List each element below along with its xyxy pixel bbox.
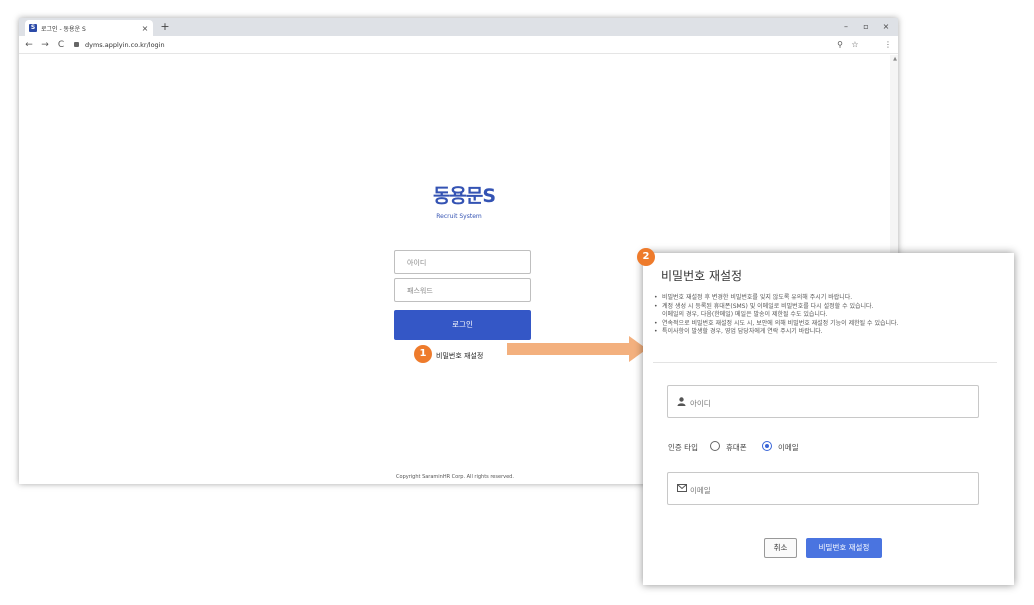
reset-password-button[interactable]: 비밀번호 재설정 bbox=[806, 538, 882, 558]
modal-email-placeholder: 이메일 bbox=[690, 486, 711, 495]
radio-phone[interactable] bbox=[710, 441, 720, 451]
browser-menu-icon[interactable]: ⋮ bbox=[882, 39, 894, 51]
logo-subtitle: Recruit System bbox=[436, 213, 482, 220]
password-placeholder: 패스워드 bbox=[407, 287, 433, 295]
maximize-button[interactable]: ▫ bbox=[857, 20, 875, 34]
modal-divider bbox=[653, 362, 997, 363]
radio-email-label[interactable]: 이메일 bbox=[778, 442, 799, 453]
auth-type-label: 인증 타입 bbox=[668, 443, 698, 452]
id-placeholder: 아이디 bbox=[407, 259, 427, 267]
modal-email-input[interactable]: 이메일 bbox=[667, 472, 979, 505]
envelope-icon bbox=[677, 484, 687, 492]
id-input[interactable]: 아이디 bbox=[394, 250, 531, 274]
tab-bar: S 로그인 - 동용운 S × + – ▫ × bbox=[19, 18, 898, 36]
password-input[interactable]: 패스워드 bbox=[394, 278, 531, 302]
url-field[interactable]: dyms.applyin.co.kr/login bbox=[85, 40, 165, 50]
tab-title: 로그인 - 동용운 S bbox=[41, 25, 86, 33]
browser-tab[interactable]: S 로그인 - 동용운 S × bbox=[25, 20, 153, 36]
tab-close-icon[interactable]: × bbox=[141, 24, 149, 33]
bookmark-star-icon[interactable]: ☆ bbox=[849, 39, 861, 51]
zoom-icon[interactable]: ⚲ bbox=[834, 39, 846, 51]
modal-id-placeholder: 아이디 bbox=[690, 399, 711, 408]
site-logo: 동용문S bbox=[432, 185, 496, 207]
radio-phone-label[interactable]: 휴대폰 bbox=[726, 442, 747, 453]
minimize-button[interactable]: – bbox=[837, 20, 855, 34]
cancel-button[interactable]: 취소 bbox=[764, 538, 797, 558]
site-favicon-icon: S bbox=[29, 24, 37, 32]
password-reset-link[interactable]: 비밀번호 재설정 bbox=[436, 351, 483, 361]
modal-id-input[interactable]: 아이디 bbox=[667, 385, 979, 418]
notice-item: 이메일의 경우, 다음(한메일) 메일은 발송이 제한될 수도 있습니다. bbox=[662, 311, 828, 319]
copyright-text: Copyright SaraminHR Corp. All rights res… bbox=[396, 474, 514, 480]
radio-email[interactable] bbox=[762, 441, 772, 451]
notice-item: 비밀번호 재설정 후 변경한 비밀번호를 잊지 않도록 유의해 주시기 바랍니다… bbox=[653, 294, 1009, 303]
step-badge-1: 1 bbox=[414, 345, 432, 363]
close-window-button[interactable]: × bbox=[877, 20, 895, 34]
right-arrow-icon bbox=[507, 336, 647, 362]
scroll-up-arrow-icon[interactable]: ▲ bbox=[893, 56, 897, 62]
modal-title: 비밀번호 재설정 bbox=[661, 269, 743, 283]
password-reset-modal: 비밀번호 재설정 비밀번호 재설정 후 변경한 비밀번호를 잊지 않도록 유의해… bbox=[643, 253, 1014, 585]
user-icon bbox=[677, 397, 686, 406]
arrow-shape bbox=[507, 336, 647, 362]
screenshot-stage: S 로그인 - 동용운 S × + – ▫ × ← → C dyms.apply… bbox=[0, 0, 1034, 605]
notice-list: 비밀번호 재설정 후 변경한 비밀번호를 잊지 않도록 유의해 주시기 바랍니다… bbox=[653, 294, 1009, 337]
new-tab-button[interactable]: + bbox=[159, 20, 171, 34]
forward-arrow-icon[interactable]: → bbox=[39, 39, 51, 51]
notice-item: 계정 생성 시 등록된 휴대폰(SMS) 및 이메일로 비밀번호를 다시 설정할… bbox=[653, 303, 1009, 312]
reload-icon[interactable]: C bbox=[55, 39, 67, 51]
lock-icon bbox=[74, 42, 79, 47]
address-bar: ← → C dyms.applyin.co.kr/login ⚲ ☆ ⋮ bbox=[19, 36, 898, 54]
notice-item: 특이사항이 발생할 경우, 영업 담당자에게 연락 주시기 바랍니다. bbox=[653, 328, 1009, 337]
back-arrow-icon[interactable]: ← bbox=[23, 39, 35, 51]
step-badge-2: 2 bbox=[637, 248, 655, 266]
